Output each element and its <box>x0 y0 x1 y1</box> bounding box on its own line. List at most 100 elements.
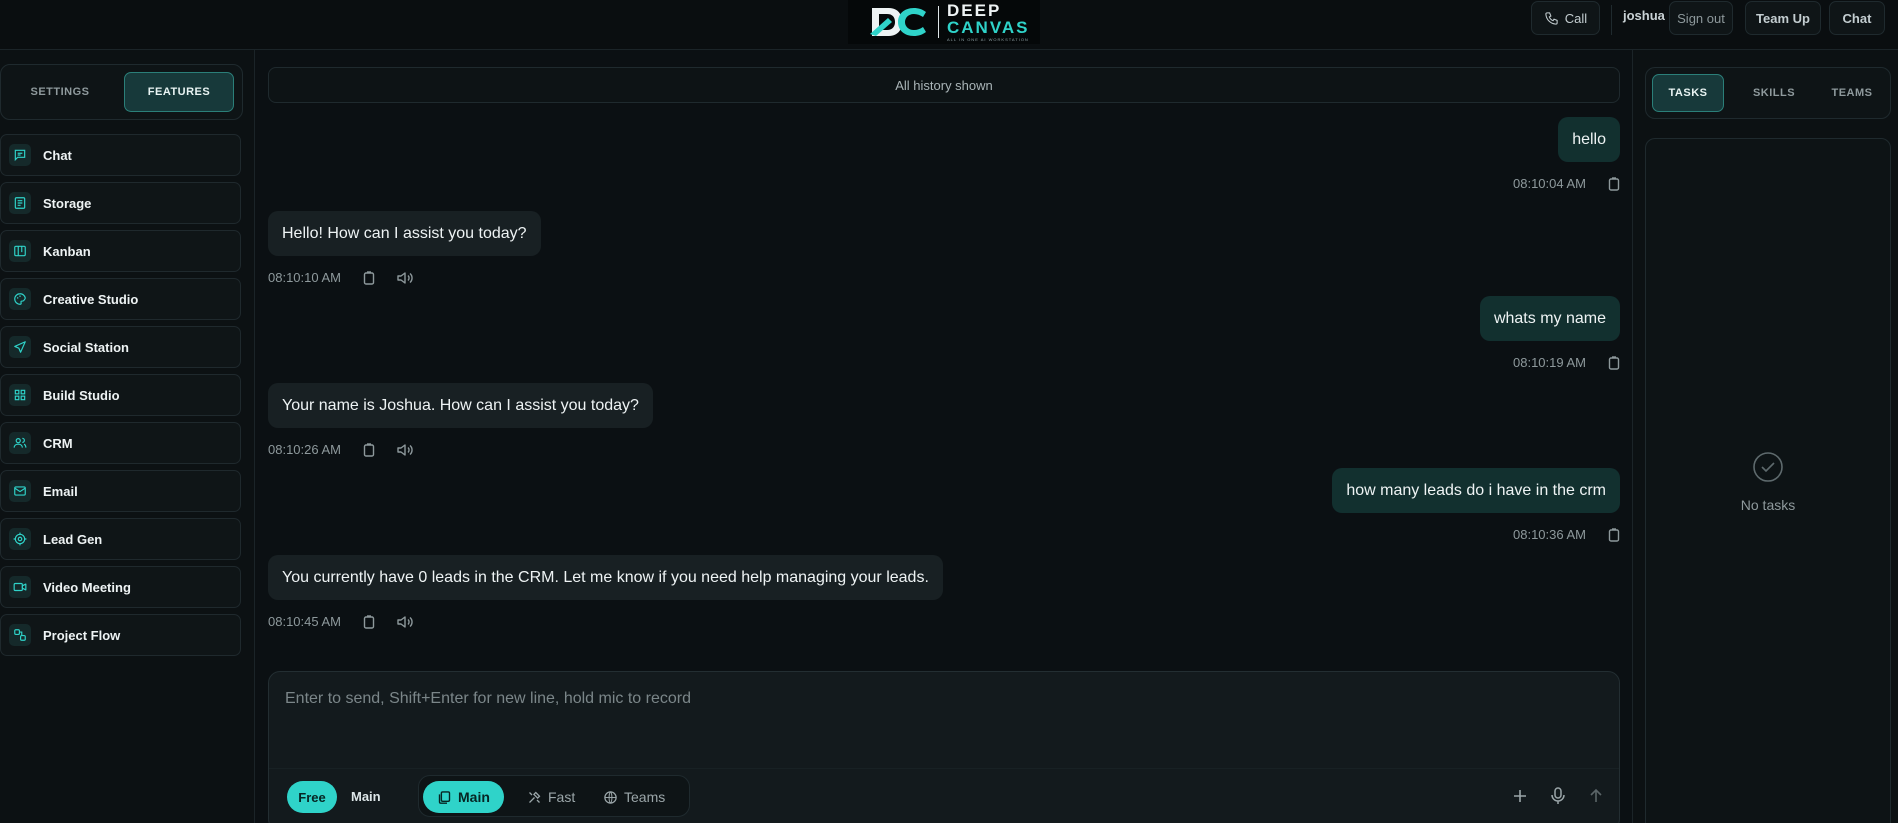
copy-icon[interactable] <box>363 614 375 629</box>
sidebar-item-label: CRM <box>43 435 73 451</box>
logo-divider <box>938 6 939 38</box>
message-meta: 08:10:26 AM <box>268 442 413 457</box>
sidebar-item-kanban[interactable]: Kanban <box>0 230 241 272</box>
grid-icon <box>9 384 31 406</box>
logo-mark-icon <box>870 8 926 36</box>
speaker-icon[interactable] <box>397 271 413 285</box>
composer-toolbar: Free Main Main Fast Teams <box>269 768 1619 823</box>
message-timestamp: 08:10:26 AM <box>268 442 341 457</box>
sidebar-item-build-studio[interactable]: Build Studio <box>0 374 241 416</box>
logo-word-canvas: CANVAS <box>947 18 1030 37</box>
brand-logo[interactable]: DEEP CANVAS ALL IN ONE AI WORKSTATION <box>848 0 1040 44</box>
sidebar-item-storage[interactable]: Storage <box>0 182 241 224</box>
copy-icon[interactable] <box>1608 527 1620 542</box>
call-button-label: Call <box>1564 10 1588 26</box>
message-input[interactable] <box>269 672 1619 767</box>
mic-icon <box>1551 787 1565 804</box>
speaker-icon[interactable] <box>397 615 413 629</box>
call-button[interactable]: Call <box>1531 1 1600 35</box>
username-label: joshua <box>1623 8 1665 23</box>
kanban-icon <box>9 240 31 262</box>
storage-icon <box>9 192 31 214</box>
mode-fast-button[interactable]: Fast <box>513 781 589 813</box>
arrow-up-icon <box>1590 788 1602 802</box>
copy-icon[interactable] <box>363 270 375 285</box>
tasks-panel: No tasks <box>1645 138 1891 823</box>
sidebar-item-crm[interactable]: CRM <box>0 422 241 464</box>
mic-button[interactable] <box>1547 785 1569 807</box>
message-meta: 08:10:36 AM <box>1513 527 1620 542</box>
message-meta: 08:10:45 AM <box>268 614 413 629</box>
logo-wordmark: DEEP CANVAS ALL IN ONE AI WORKSTATION <box>947 2 1030 42</box>
plan-badge-free[interactable]: Free <box>287 781 337 813</box>
sidebar-item-video-meeting[interactable]: Video Meeting <box>0 566 241 608</box>
topbar-separator <box>1611 5 1612 35</box>
message-meta: 08:10:10 AM <box>268 270 413 285</box>
sidebar-item-label: Social Station <box>43 339 129 355</box>
mail-icon <box>9 480 31 502</box>
sidebar-item-label: Creative Studio <box>43 291 139 307</box>
mode-teams-button[interactable]: Teams <box>589 781 679 813</box>
sidebar-item-label: Video Meeting <box>43 579 131 595</box>
empty-state-text: No tasks <box>1740 497 1796 513</box>
globe-icon <box>604 790 617 804</box>
chat-button[interactable]: Chat <box>1829 1 1885 35</box>
chat-icon <box>9 144 31 166</box>
assistant-message: Your name is Joshua. How can I assist yo… <box>268 383 653 428</box>
sidebar-item-project-flow[interactable]: Project Flow <box>0 614 241 656</box>
sidebar-item-label: Lead Gen <box>43 531 103 547</box>
sidebar-item-email[interactable]: Email <box>0 470 241 512</box>
sidebar-item-creative-studio[interactable]: Creative Studio <box>0 278 241 320</box>
plus-icon <box>1514 790 1526 802</box>
plan-name[interactable]: Main <box>351 789 381 804</box>
sidebar-item-label: Project Flow <box>43 627 121 643</box>
sidebar-item-label: Build Studio <box>43 387 120 403</box>
mode-main-button[interactable]: Main <box>423 781 504 813</box>
tab-teams[interactable]: TEAMS <box>1816 74 1888 112</box>
sidebar-item-chat[interactable]: Chat <box>0 134 241 176</box>
message-timestamp: 08:10:04 AM <box>1513 176 1586 191</box>
flow-icon <box>9 624 31 646</box>
tab-tasks[interactable]: TASKS <box>1652 74 1724 112</box>
speaker-icon[interactable] <box>397 443 413 457</box>
palette-icon <box>9 288 31 310</box>
message-timestamp: 08:10:45 AM <box>268 614 341 629</box>
layers-icon <box>438 790 451 804</box>
tools-icon <box>529 791 541 803</box>
copy-icon[interactable] <box>1608 355 1620 370</box>
sidebar-tabs: SETTINGS FEATURES <box>0 64 243 120</box>
mode-label: Fast <box>548 789 576 805</box>
tab-features[interactable]: FEATURES <box>124 72 234 112</box>
logo-word-deep: DEEP <box>947 1 1002 20</box>
sidebar-item-social-station[interactable]: Social Station <box>0 326 241 368</box>
team-up-button[interactable]: Team Up <box>1745 1 1821 35</box>
right-panel: TASKS SKILLS TEAMS No tasks <box>1632 50 1898 823</box>
feature-nav-list: Chat Storage Kanban Creative Studio Soci… <box>0 134 241 662</box>
left-sidebar: SETTINGS FEATURES Chat Storage Kanban Cr… <box>0 50 255 823</box>
user-message: how many leads do i have in the crm <box>1332 468 1620 513</box>
phone-icon <box>1545 11 1558 25</box>
message-timestamp: 08:10:36 AM <box>1513 527 1586 542</box>
copy-icon[interactable] <box>1608 176 1620 191</box>
assistant-message: You currently have 0 leads in the CRM. L… <box>268 555 943 600</box>
user-message: hello <box>1558 117 1620 162</box>
copy-icon[interactable] <box>363 442 375 457</box>
send-icon <box>9 336 31 358</box>
sidebar-item-label: Chat <box>43 147 72 163</box>
check-circle-icon <box>1753 452 1783 482</box>
tab-skills[interactable]: SKILLS <box>1738 74 1810 112</box>
users-icon <box>9 432 31 454</box>
sidebar-item-lead-gen[interactable]: Lead Gen <box>0 518 241 560</box>
user-message: whats my name <box>1479 296 1620 341</box>
sidebar-item-label: Email <box>43 483 78 499</box>
mode-label: Teams <box>624 789 666 805</box>
tab-settings[interactable]: SETTINGS <box>5 72 115 112</box>
mode-label: Main <box>458 789 490 805</box>
send-button[interactable] <box>1585 785 1607 807</box>
message-meta: 08:10:19 AM <box>1513 355 1620 370</box>
attach-button[interactable] <box>1509 785 1531 807</box>
assistant-message: Hello! How can I assist you today? <box>268 211 541 256</box>
right-panel-tabs: TASKS SKILLS TEAMS <box>1645 67 1891 119</box>
history-banner: All history shown <box>268 67 1620 103</box>
sign-out-button[interactable]: Sign out <box>1669 1 1733 35</box>
